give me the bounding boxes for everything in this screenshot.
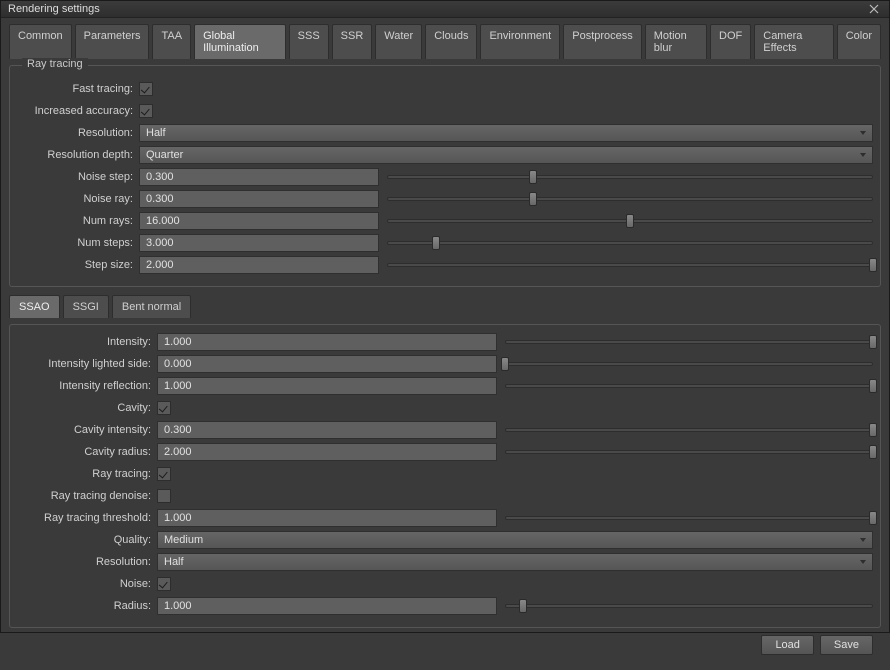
checkbox-ssao-noise[interactable] (157, 577, 171, 591)
group-ray-tracing: Ray tracing Fast tracing: Increased accu… (9, 65, 881, 287)
label-rt-resolution-depth: Resolution depth: (17, 149, 139, 161)
slider-intensity-lighted[interactable] (505, 357, 873, 371)
tab-taa[interactable]: TAA (152, 24, 191, 59)
slider-cavity-radius[interactable] (505, 445, 873, 459)
label-noise-step: Noise step: (17, 171, 139, 183)
input-noise-step[interactable]: 0.300 (139, 168, 379, 186)
load-button[interactable]: Load (761, 635, 813, 655)
checkbox-ssao-rt-denoise[interactable] (157, 489, 171, 503)
window-body: CommonParametersTAAGlobal IlluminationSS… (1, 18, 889, 670)
tab-motion-blur[interactable]: Motion blur (645, 24, 707, 59)
dropdown-ssao-resolution[interactable]: Half (157, 553, 873, 571)
close-icon (869, 4, 879, 14)
subtab-ssao[interactable]: SSAO (9, 295, 60, 318)
label-rt-resolution: Resolution: (17, 127, 139, 139)
label-ssao-resolution: Resolution: (17, 556, 157, 568)
subtab-ssgi[interactable]: SSGI (63, 295, 109, 318)
tab-parameters[interactable]: Parameters (75, 24, 150, 59)
label-num-steps: Num steps: (17, 237, 139, 249)
tab-color[interactable]: Color (837, 24, 881, 59)
input-intensity-lighted[interactable]: 0.000 (157, 355, 497, 373)
tabstrip: CommonParametersTAAGlobal IlluminationSS… (9, 24, 881, 59)
chevron-down-icon (860, 153, 866, 157)
label-increased-accuracy: Increased accuracy: (17, 105, 139, 117)
chevron-down-icon (860, 131, 866, 135)
tab-dof[interactable]: DOF (710, 24, 751, 59)
rendering-settings-window: Rendering settings CommonParametersTAAGl… (0, 0, 890, 633)
label-ssao-noise: Noise: (17, 578, 157, 590)
save-button[interactable]: Save (820, 635, 873, 655)
tab-sss[interactable]: SSS (289, 24, 329, 59)
input-noise-ray[interactable]: 0.300 (139, 190, 379, 208)
checkbox-cavity[interactable] (157, 401, 171, 415)
label-cavity-radius: Cavity radius: (17, 446, 157, 458)
slider-noise-ray[interactable] (387, 192, 873, 206)
label-fast-tracing: Fast tracing: (17, 83, 139, 95)
slider-ssao-rt-threshold[interactable] (505, 511, 873, 525)
label-step-size: Step size: (17, 259, 139, 271)
input-num-steps[interactable]: 3.000 (139, 234, 379, 252)
dropdown-rt-resolution-depth-value: Quarter (146, 149, 860, 161)
label-ssao-rt-threshold: Ray tracing threshold: (17, 512, 157, 524)
slider-ssao-radius[interactable] (505, 599, 873, 613)
close-button[interactable] (866, 1, 882, 17)
slider-intensity-reflection[interactable] (505, 379, 873, 393)
tab-camera-effects[interactable]: Camera Effects (754, 24, 833, 59)
dropdown-ssao-quality[interactable]: Medium (157, 531, 873, 549)
label-intensity-lighted: Intensity lighted side: (17, 358, 157, 370)
input-step-size[interactable]: 2.000 (139, 256, 379, 274)
slider-cavity-intensity[interactable] (505, 423, 873, 437)
label-ssao-quality: Quality: (17, 534, 157, 546)
slider-num-rays[interactable] (387, 214, 873, 228)
slider-intensity[interactable] (505, 335, 873, 349)
checkbox-ssao-raytracing[interactable] (157, 467, 171, 481)
input-cavity-intensity[interactable]: 0.300 (157, 421, 497, 439)
input-num-rays[interactable]: 16.000 (139, 212, 379, 230)
input-ssao-rt-threshold[interactable]: 1.000 (157, 509, 497, 527)
input-ssao-radius[interactable]: 1.000 (157, 597, 497, 615)
label-num-rays: Num rays: (17, 215, 139, 227)
input-intensity-reflection[interactable]: 1.000 (157, 377, 497, 395)
slider-noise-step[interactable] (387, 170, 873, 184)
input-intensity[interactable]: 1.000 (157, 333, 497, 351)
dropdown-rt-resolution[interactable]: Half (139, 124, 873, 142)
window-title: Rendering settings (8, 3, 866, 15)
label-ssao-radius: Radius: (17, 600, 157, 612)
tab-global-illumination[interactable]: Global Illumination (194, 24, 286, 59)
checkbox-increased-accuracy[interactable] (139, 104, 153, 118)
label-ssao-raytracing: Ray tracing: (17, 468, 157, 480)
label-cavity: Cavity: (17, 402, 157, 414)
subtabs: SSAOSSGIBent normal (9, 295, 881, 318)
tab-environment[interactable]: Environment (480, 24, 560, 59)
tab-clouds[interactable]: Clouds (425, 24, 477, 59)
dropdown-rt-resolution-depth[interactable]: Quarter (139, 146, 873, 164)
group-title-ray-tracing: Ray tracing (22, 58, 88, 70)
dropdown-ssao-quality-value: Medium (164, 534, 860, 546)
dropdown-rt-resolution-value: Half (146, 127, 860, 139)
titlebar: Rendering settings (1, 1, 889, 18)
tab-common[interactable]: Common (9, 24, 72, 59)
slider-num-steps[interactable] (387, 236, 873, 250)
input-cavity-radius[interactable]: 2.000 (157, 443, 497, 461)
tab-water[interactable]: Water (375, 24, 422, 59)
slider-step-size[interactable] (387, 258, 873, 272)
checkbox-fast-tracing[interactable] (139, 82, 153, 96)
group-ssao: Intensity: 1.000 Intensity lighted side:… (9, 324, 881, 628)
subtab-bent-normal[interactable]: Bent normal (112, 295, 191, 318)
tab-postprocess[interactable]: Postprocess (563, 24, 642, 59)
label-ssao-rt-denoise: Ray tracing denoise: (17, 490, 157, 502)
label-intensity: Intensity: (17, 336, 157, 348)
chevron-down-icon (860, 538, 866, 542)
dropdown-ssao-resolution-value: Half (164, 556, 860, 568)
label-noise-ray: Noise ray: (17, 193, 139, 205)
label-cavity-intensity: Cavity intensity: (17, 424, 157, 436)
footer: Load Save (9, 628, 881, 662)
tab-ssr[interactable]: SSR (332, 24, 373, 59)
label-intensity-reflection: Intensity reflection: (17, 380, 157, 392)
chevron-down-icon (860, 560, 866, 564)
